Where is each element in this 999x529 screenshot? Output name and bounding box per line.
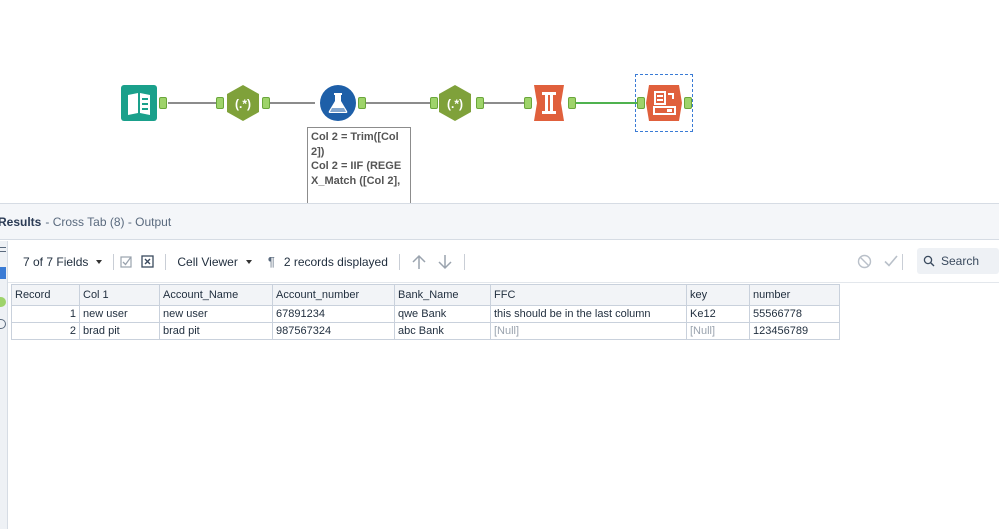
input-anchor[interactable]	[216, 97, 224, 109]
cell-viewer-label: Cell Viewer	[177, 254, 238, 269]
table-cell[interactable]: new user	[79, 305, 160, 323]
cross-tab-icon	[534, 85, 564, 121]
workflow-canvas[interactable]: (.*) (.*) Col 2 = Trim([Col 2]) Col 2 = …	[0, 0, 999, 203]
record-cell[interactable]: 2	[11, 322, 80, 340]
column-header[interactable]: number	[749, 284, 840, 306]
connection-wire	[366, 102, 432, 104]
chevron-down-icon	[96, 259, 103, 264]
output-anchor[interactable]	[159, 97, 167, 109]
cancel-button[interactable]	[857, 254, 872, 269]
column-header[interactable]: Account_number	[272, 284, 395, 306]
formula-tool[interactable]	[319, 84, 357, 122]
browse-icon	[646, 85, 682, 121]
table-cell[interactable]: 987567324	[272, 322, 395, 340]
results-table: Record Col 1 Account_Name Account_number…	[11, 284, 840, 340]
connection-wire	[270, 102, 315, 104]
fields-dropdown[interactable]: 7 of 7 Fields	[23, 254, 103, 269]
table-cell[interactable]: qwe Bank	[394, 305, 491, 323]
input-anchor[interactable]	[637, 97, 645, 109]
column-header[interactable]: key	[686, 284, 750, 306]
table-cell[interactable]: this should be in the last column	[490, 305, 687, 323]
output-anchor[interactable]	[358, 97, 366, 109]
input-data-tool[interactable]	[120, 84, 158, 122]
checkmark-icon	[884, 255, 898, 267]
column-header[interactable]: Col 1	[79, 284, 160, 306]
table-cell[interactable]: 123456789	[749, 322, 840, 340]
output-anchor[interactable]	[684, 97, 692, 109]
table-cell[interactable]: 67891234	[272, 305, 395, 323]
arrow-down-icon	[438, 254, 452, 269]
toolbar-separator	[113, 253, 115, 270]
browse-tool[interactable]	[645, 84, 683, 122]
results-window: Results - Cross Tab (8) - Output 7 of 7 …	[0, 203, 999, 529]
null-cell[interactable]: [Null]	[686, 322, 750, 340]
table-cell[interactable]: Ke12	[686, 305, 750, 323]
output-anchor[interactable]	[262, 97, 270, 109]
arrow-up-icon	[412, 254, 426, 269]
toolbar-separator	[463, 253, 465, 270]
table-row[interactable]: 1 new user new user 67891234 qwe Bank th…	[11, 305, 840, 323]
search-input[interactable]: Search	[917, 248, 999, 274]
table-row[interactable]: 2 brad pit brad pit 987567324 abc Bank […	[11, 322, 840, 340]
fields-label: 7 of 7 Fields	[23, 254, 89, 269]
apply-button[interactable]	[883, 253, 899, 269]
table-cell[interactable]: new user	[159, 305, 273, 323]
records-label: 2 records displayed	[283, 254, 388, 269]
table-cell[interactable]: 55566778	[749, 305, 840, 323]
scroll-up-button[interactable]	[411, 254, 427, 270]
regex-tool-1[interactable]: (.*)	[224, 84, 262, 122]
chevron-down-icon	[245, 259, 252, 264]
regex-tool-2[interactable]: (.*)	[436, 84, 474, 122]
regex-icon: (.*)	[439, 85, 471, 121]
table-cell[interactable]: brad pit	[79, 322, 160, 340]
toolbar-separator	[902, 254, 903, 270]
side-menu-icon[interactable]	[0, 247, 6, 252]
output-anchor[interactable]	[476, 97, 484, 109]
results-subtitle: - Cross Tab (8) - Output	[45, 214, 172, 229]
checkbox-edit-icon	[120, 256, 132, 268]
tool-annotation: Col 2 = Trim([Col 2]) Col 2 = IIF (REGEX…	[307, 127, 411, 203]
cross-tab-tool[interactable]	[530, 84, 568, 122]
records-count: 2 records displayed	[284, 255, 388, 269]
column-header[interactable]: Record	[11, 284, 80, 306]
svg-text:(.*): (.*)	[447, 97, 463, 111]
table-header-row: Record Col 1 Account_Name Account_number…	[11, 284, 840, 306]
connection-wire-active	[576, 102, 638, 104]
results-title: Results	[0, 214, 42, 229]
cancel-icon	[857, 254, 872, 269]
connection-wire	[484, 102, 527, 104]
results-toolbar: 7 of 7 Fields Cell Viewer ¶ 2 records di…	[8, 241, 999, 283]
deselect-button[interactable]	[141, 255, 155, 268]
toolbar-separator	[398, 253, 400, 270]
column-header[interactable]: FFC	[490, 284, 687, 306]
column-header[interactable]: Bank_Name	[394, 284, 491, 306]
book-icon	[121, 85, 157, 121]
side-radio-icon[interactable]	[0, 319, 6, 329]
search-icon	[923, 255, 935, 267]
pilcrow-button[interactable]: ¶	[268, 254, 275, 269]
edit-checkbox-button[interactable]	[120, 255, 133, 268]
scroll-down-button[interactable]	[437, 254, 453, 270]
null-cell[interactable]: [Null]	[490, 322, 687, 340]
pilcrow-icon: ¶	[267, 254, 275, 269]
table-cell[interactable]: abc Bank	[394, 322, 491, 340]
search-label: Search	[941, 254, 980, 268]
svg-text:(.*): (.*)	[235, 97, 251, 111]
results-header: Results - Cross Tab (8) - Output	[0, 204, 999, 240]
column-header[interactable]: Account_Name	[159, 284, 273, 306]
side-status-icon[interactable]	[0, 297, 6, 307]
results-side-strip	[0, 241, 8, 529]
record-cell[interactable]: 1	[11, 305, 80, 323]
table-cell[interactable]: brad pit	[159, 322, 273, 340]
regex-icon: (.*)	[227, 85, 259, 121]
cell-viewer-dropdown[interactable]: Cell Viewer	[177, 254, 252, 269]
connection-wire	[168, 102, 218, 104]
close-box-icon	[141, 255, 155, 268]
side-table-icon[interactable]	[0, 267, 6, 279]
flask-icon	[320, 85, 356, 121]
toolbar-separator	[165, 253, 167, 270]
output-anchor[interactable]	[568, 97, 576, 109]
